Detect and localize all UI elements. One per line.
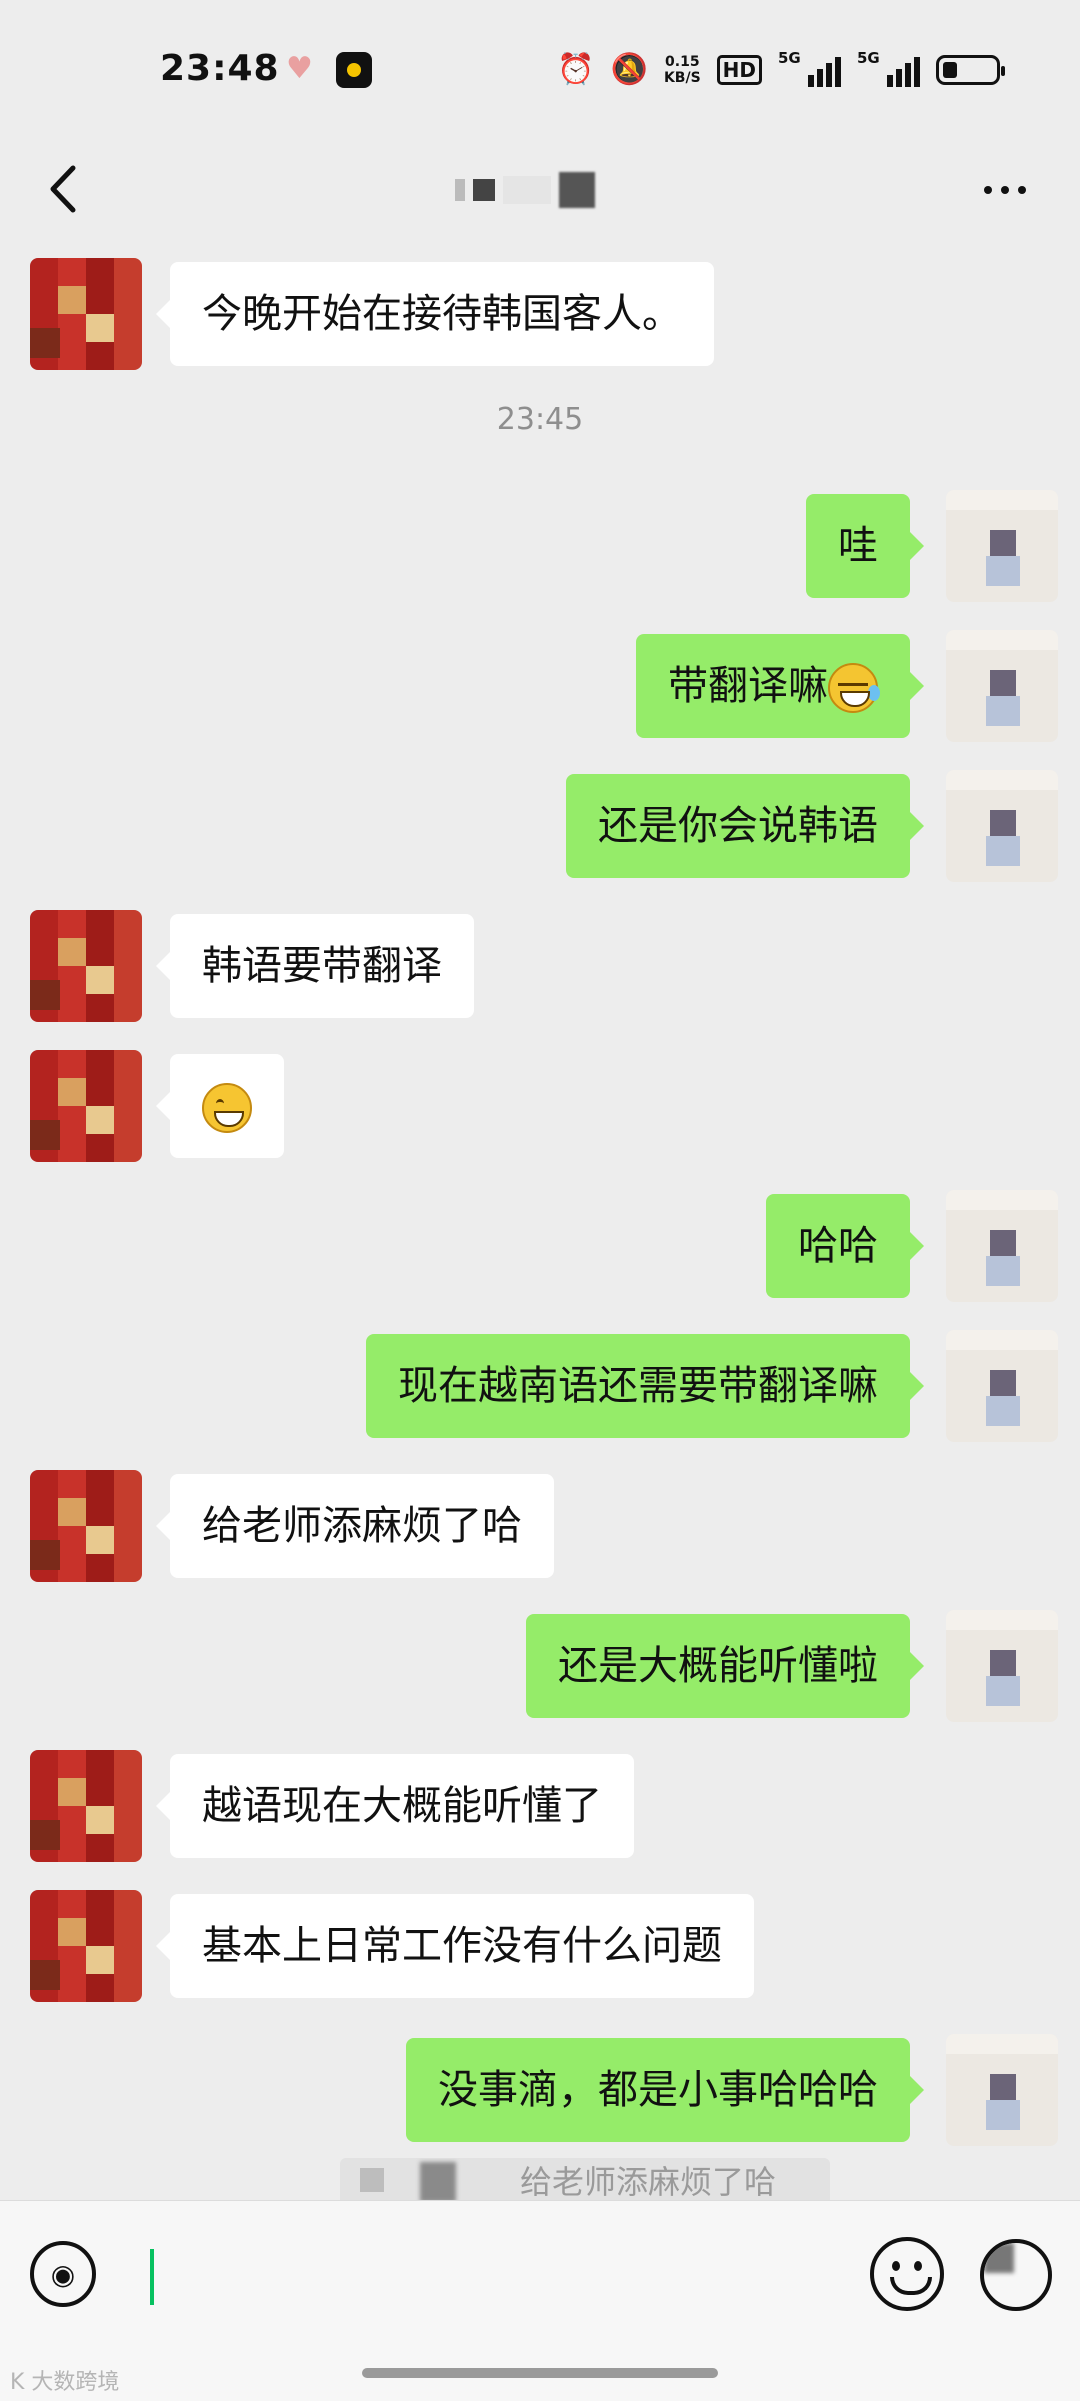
net-speed: 0.15 KB/S [664, 54, 701, 86]
chat-header [0, 140, 1080, 250]
home-indicator[interactable] [362, 2368, 718, 2378]
plus-button[interactable] [980, 2239, 1052, 2311]
signal-icon: 5G [778, 49, 841, 87]
avatar[interactable] [30, 1050, 142, 1162]
laugh-cry-emoji [828, 663, 880, 713]
status-bar: 23:48 ♥ ⏰ 🔕 0.15 KB/S HD 5G 5G [0, 0, 1080, 140]
message-bubble[interactable]: 没事滴，都是小事哈哈哈 [406, 2038, 924, 2142]
voice-button[interactable]: ◉ [30, 2241, 96, 2307]
avatar[interactable] [946, 490, 1058, 602]
app-icon [336, 52, 372, 88]
message-bubble[interactable]: 基本上日常工作没有什么问题 [156, 1894, 754, 1998]
message-bubble[interactable]: 哇 [806, 494, 924, 598]
message-bubble[interactable]: 韩语要带翻译 [156, 914, 474, 1018]
avatar[interactable] [30, 1750, 142, 1862]
alarm-icon: ⏰ [557, 52, 595, 87]
avatar[interactable] [946, 2034, 1058, 2146]
sim2-label: 5G [857, 49, 880, 67]
battery-icon [936, 55, 1005, 85]
message-bubble[interactable] [156, 1054, 284, 1158]
avatar[interactable] [30, 910, 142, 1022]
emoji-button[interactable] [870, 2237, 944, 2311]
message-bubble[interactable]: 越语现在大概能听懂了 [156, 1754, 634, 1858]
avatar[interactable] [946, 1190, 1058, 1302]
message-text: 带翻译嘛 [668, 663, 828, 709]
text-caret [150, 2249, 154, 2305]
quoted-text: 给老师添麻烦了哈 [520, 2163, 777, 2201]
hd-badge: HD [716, 55, 762, 85]
message-bubble[interactable]: 现在越南语还需要带翻译嘛 [366, 1334, 924, 1438]
mute-icon: 🔕 [610, 52, 648, 87]
message-bubble[interactable]: 今晚开始在接待韩国客人。 [156, 262, 714, 366]
status-icons: ⏰ 🔕 0.15 KB/S HD 5G 5G [557, 49, 1005, 90]
watermark: K 大数跨境 [10, 2370, 120, 2395]
quoted-message[interactable]: 给老师添麻烦了哈 [340, 2158, 830, 2206]
message-bubble[interactable]: 还是你会说韩语 [566, 774, 924, 878]
net-speed-value: 0.15 [665, 54, 700, 70]
avatar[interactable] [946, 1610, 1058, 1722]
signal-icon: 5G [857, 49, 920, 87]
message-timestamp: 23:45 [496, 402, 584, 437]
more-button[interactable] [970, 170, 1040, 210]
status-time: 23:48 [160, 48, 280, 89]
net-speed-unit: KB/S [663, 70, 701, 86]
message-bubble[interactable]: 给老师添麻烦了哈 [156, 1474, 554, 1578]
heart-icon: ♥ [286, 51, 313, 86]
message-bubble[interactable]: 带翻译嘛 [636, 634, 924, 738]
avatar[interactable] [946, 770, 1058, 882]
chevron-left-icon [50, 165, 76, 213]
voice-icon: ◉ [50, 2257, 76, 2291]
avatar[interactable] [30, 1890, 142, 2002]
avatar[interactable] [946, 1330, 1058, 1442]
avatar[interactable] [30, 258, 142, 370]
sim1-label: 5G [778, 49, 801, 67]
message-bubble[interactable]: 哈哈 [766, 1194, 924, 1298]
message-input[interactable] [130, 2235, 830, 2315]
contact-name-redacted [455, 160, 615, 220]
avatar[interactable] [946, 630, 1058, 742]
message-bubble[interactable]: 还是大概能听懂啦 [526, 1614, 924, 1718]
grin-emoji [202, 1083, 252, 1133]
back-button[interactable] [32, 154, 92, 224]
avatar[interactable] [30, 1470, 142, 1582]
